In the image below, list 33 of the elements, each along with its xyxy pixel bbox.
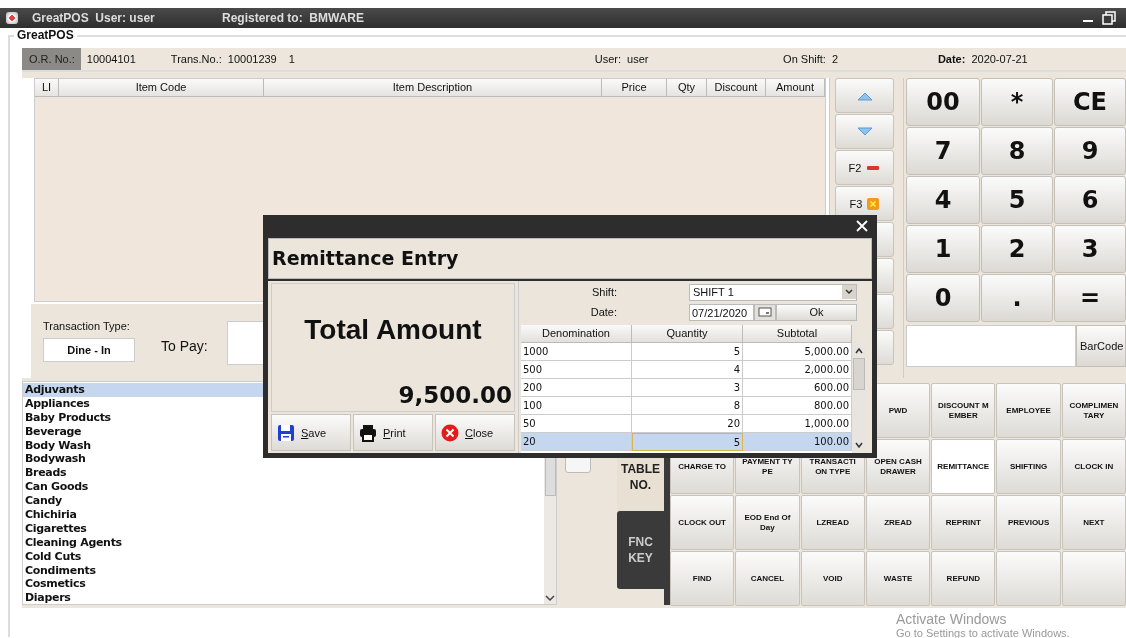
table-cell: 500 [521, 361, 632, 379]
trans-number: 10001239 [226, 53, 278, 65]
user-value: user [626, 53, 650, 65]
shift-label: On Shift: [782, 53, 826, 65]
registration-text: Registered to: BMWARE [222, 11, 365, 25]
total-label: Total Amount [304, 314, 482, 346]
table-cell: 3 [632, 379, 743, 397]
table-cell: 5 [632, 433, 743, 451]
table-cell: 100 [521, 397, 632, 415]
total-value: 9,500.00 [398, 382, 512, 408]
transaction-type-label: Transaction Type: [43, 320, 131, 332]
table-cell: 20 [521, 433, 632, 451]
or-number: 10004101 [85, 53, 137, 65]
to-pay-label: To Pay: [161, 338, 209, 354]
date-label: Date: [936, 53, 966, 65]
table-cell: 8 [632, 397, 743, 415]
user-label: User: [593, 53, 622, 65]
or-label: O.R. No.: [22, 48, 81, 70]
shift-label: Shift: [590, 286, 617, 298]
window-title: GreatPOS User: user [32, 11, 156, 25]
activation-notice-title: Activate Windows [896, 612, 1008, 627]
dialog-title: Remittance Entry [272, 247, 459, 270]
table-cell: 100.00 [743, 433, 852, 451]
table-cell: 1000 [521, 343, 632, 361]
table-cell: 5 [632, 343, 743, 361]
table-cell: 200 [521, 379, 632, 397]
date-value: 2020-07-21 [970, 53, 1028, 65]
table-cell: 4 [632, 361, 743, 379]
shift-value: 2 [830, 53, 839, 65]
trans-label: Trans.No.: [169, 53, 222, 65]
date-label: Date: [589, 306, 617, 318]
group-title: GreatPOS [14, 28, 77, 42]
count-value: 1 [287, 53, 296, 65]
